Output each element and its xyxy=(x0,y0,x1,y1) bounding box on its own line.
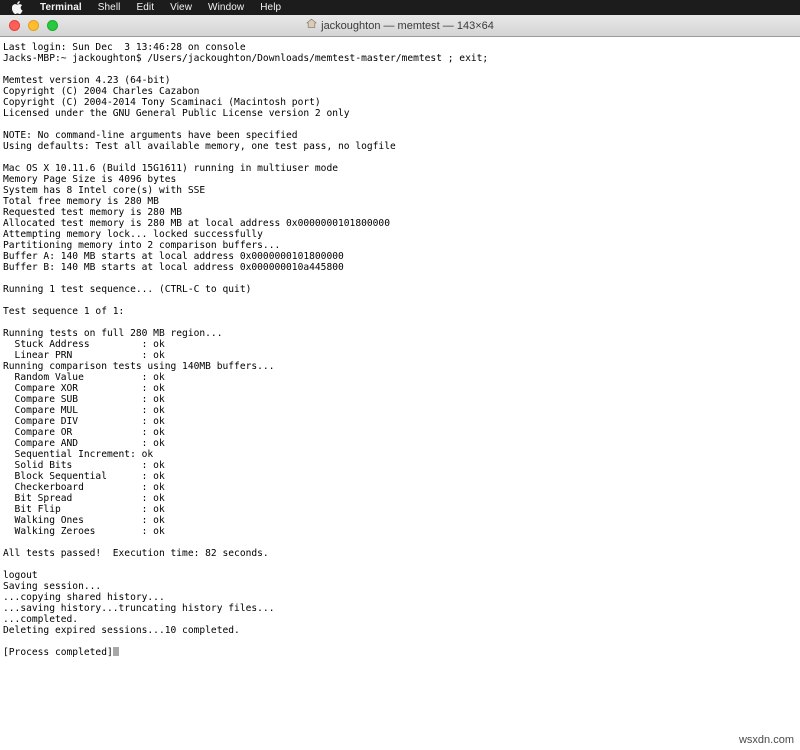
menu-bar: Terminal Shell Edit View Window Help xyxy=(0,0,800,15)
home-icon xyxy=(306,15,317,37)
menu-item-edit[interactable]: Edit xyxy=(129,0,163,15)
window-controls xyxy=(0,20,58,31)
close-button[interactable] xyxy=(9,20,20,31)
window-title-group: jackoughton — memtest — 143×64 xyxy=(0,15,800,37)
menu-item-shell[interactable]: Shell xyxy=(90,0,129,15)
apple-logo-icon[interactable] xyxy=(8,1,32,14)
zoom-button[interactable] xyxy=(47,20,58,31)
minimize-button[interactable] xyxy=(28,20,39,31)
terminal-view[interactable]: Last login: Sun Dec 3 13:46:28 on consol… xyxy=(0,38,800,750)
terminal-output: Last login: Sun Dec 3 13:46:28 on consol… xyxy=(3,42,800,658)
terminal-window: jackoughton — memtest — 143×64 Last logi… xyxy=(0,15,800,750)
terminal-cursor xyxy=(112,647,119,656)
window-title-text: jackoughton — memtest — 143×64 xyxy=(321,19,494,32)
watermark: wsxdn.com xyxy=(738,734,794,746)
menu-item-help[interactable]: Help xyxy=(252,0,289,15)
terminal-output-text: Last login: Sun Dec 3 13:46:28 on consol… xyxy=(3,42,489,658)
window-titlebar[interactable]: jackoughton — memtest — 143×64 xyxy=(0,15,800,37)
menu-item-view[interactable]: View xyxy=(162,0,200,15)
menu-item-terminal[interactable]: Terminal xyxy=(32,0,90,15)
menu-item-window[interactable]: Window xyxy=(200,0,252,15)
